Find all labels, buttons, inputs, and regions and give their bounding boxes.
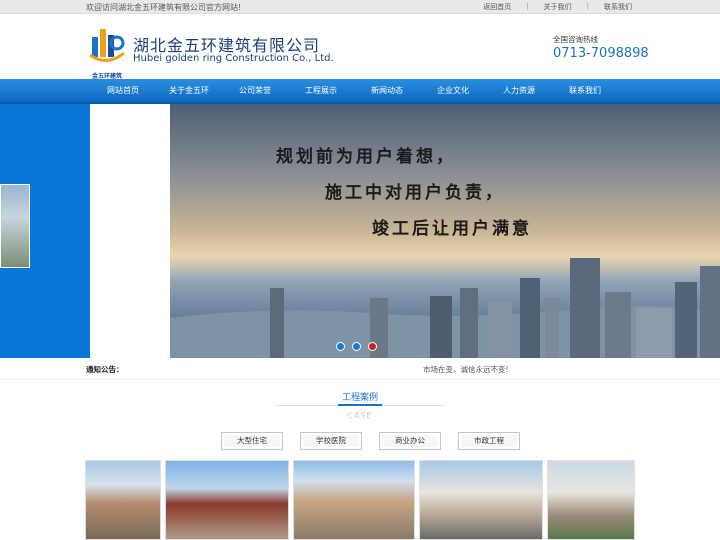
cases-title: 工程案例 [341, 393, 378, 403]
tab-residential[interactable]: 大型住宅 [221, 432, 283, 450]
banner-slide[interactable]: 规划前为用户着想， 施工中对用户负责， 竣工后让用户满意 [170, 104, 720, 358]
company-logo-icon[interactable] [88, 23, 126, 67]
tab-school-hospital[interactable]: 学校医院 [300, 432, 362, 450]
notice-bar: 通知公告： 市场在变，诚信永远不变! [0, 358, 720, 380]
site-header: 金五环建筑 湖北金五环建筑有限公司 Hubei golden ring Cons… [0, 15, 720, 80]
home-link[interactable]: 返回首页 [483, 2, 511, 12]
slide-dot-3[interactable] [368, 342, 377, 351]
nav-item-hr[interactable]: 人力资源 [486, 79, 552, 103]
case-gallery [85, 460, 635, 540]
case-image-4[interactable] [419, 460, 543, 540]
notice-text[interactable]: 市场在变，诚信永远不变! [423, 364, 509, 375]
case-category-tabs: 大型住宅 学校医院 商业办公 市政工程 [221, 432, 537, 450]
case-image-1[interactable] [85, 460, 161, 540]
nav-item-home[interactable]: 网站首页 [90, 79, 156, 103]
case-image-5[interactable] [547, 460, 635, 540]
slogan-line-1: 规划前为用户着想， [276, 147, 456, 167]
nav-item-projects[interactable]: 工程展示 [288, 79, 354, 103]
banner-gap [90, 104, 170, 358]
slide-dot-2[interactable] [352, 342, 361, 351]
nav-item-honors[interactable]: 公司荣誉 [222, 79, 288, 103]
nav-item-culture[interactable]: 企业文化 [420, 79, 486, 103]
hotline-number: 0713-7098898 [553, 46, 649, 61]
cases-subtitle: CASE [347, 411, 373, 420]
tab-municipal[interactable]: 市政工程 [458, 432, 520, 450]
top-links: 返回首页 | 关于我们 | 联系我们 [483, 2, 632, 12]
main-nav: 网站首页 关于金五环 公司荣誉 工程展示 新闻动态 企业文化 人力资源 联系我们 [0, 79, 720, 104]
hero-banner: 规划前为用户着想， 施工中对用户负责， 竣工后让用户满意 [0, 104, 720, 358]
nav-item-news[interactable]: 新闻动态 [354, 79, 420, 103]
nav-item-contact[interactable]: 联系我们 [552, 79, 618, 103]
link-separator: | [526, 2, 529, 10]
title-divider [276, 404, 444, 406]
city-skyline-image [170, 258, 720, 358]
slide-dot-1[interactable] [336, 342, 345, 351]
case-image-3[interactable] [293, 460, 415, 540]
link-separator: | [586, 2, 589, 10]
slide-indicators [336, 342, 384, 351]
slogan-line-2: 施工中对用户负责， [325, 183, 505, 203]
welcome-text: 欢迎访问湖北金五环建筑有限公司官方网站! [86, 3, 242, 12]
company-name-en: Hubei golden ring Construction Co., Ltd. [133, 53, 334, 64]
slogan-line-3: 竣工后让用户满意 [372, 219, 532, 239]
notice-label: 通知公告： [86, 365, 124, 374]
tab-commercial[interactable]: 商业办公 [379, 432, 441, 450]
case-image-2[interactable] [165, 460, 289, 540]
about-link[interactable]: 关于我们 [544, 2, 572, 12]
side-building-thumbnail[interactable] [0, 184, 30, 268]
contact-link[interactable]: 联系我们 [604, 2, 632, 12]
hotline-label: 全国咨询热线 [553, 35, 598, 44]
nav-item-about[interactable]: 关于金五环 [156, 79, 222, 103]
top-bar: 欢迎访问湖北金五环建筑有限公司官方网站! 返回首页 | 关于我们 | 联系我们 [0, 0, 720, 14]
